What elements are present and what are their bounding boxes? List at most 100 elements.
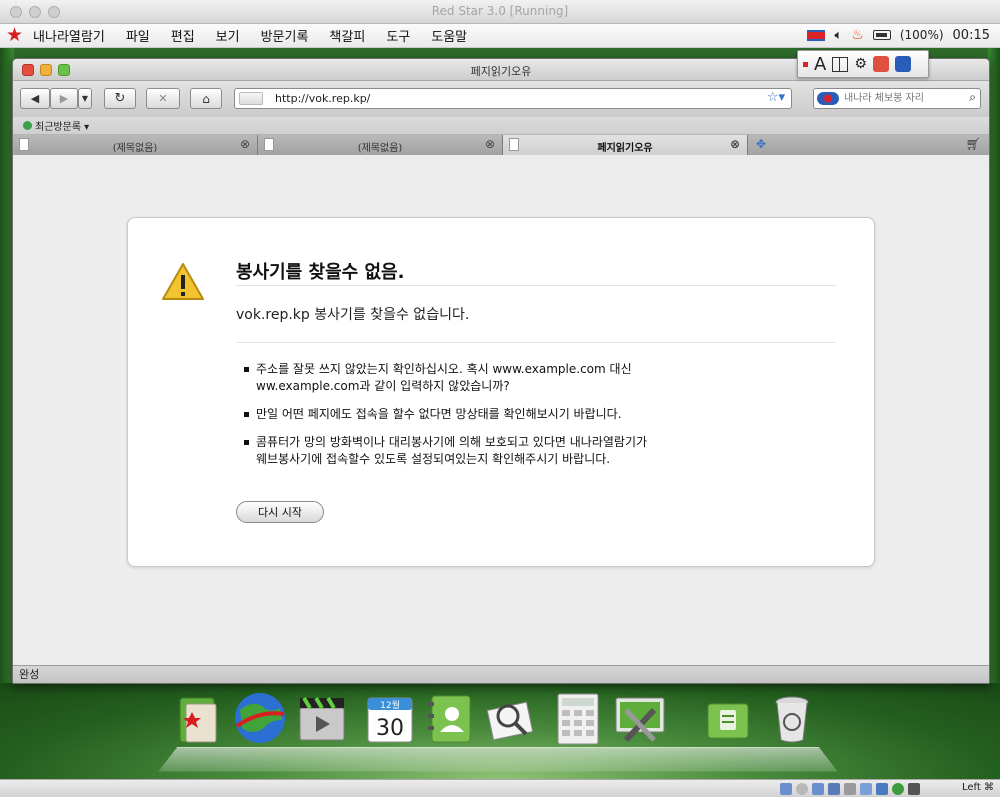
shared-folder-icon[interactable] [876,783,888,795]
trash-folder-icon[interactable] [700,690,756,746]
suggestion-text: 만일 어떤 페지에도 접속을 할수 없다면 망상태를 확인해보시기 바랍니다. [256,407,622,421]
battery-icon[interactable] [872,30,891,40]
image-viewer-icon[interactable] [482,690,538,746]
home-button[interactable]: ⌂ [190,88,222,109]
description-divider [236,342,836,343]
flame-icon[interactable]: ♨ [851,27,864,43]
stop-button[interactable]: ✕ [146,88,180,109]
volume-icon[interactable]: 🔈︎ [834,28,842,43]
close-tab-icon[interactable]: ⊗ [240,137,250,151]
trash-can-icon[interactable] [764,690,820,746]
menu-view[interactable]: 보기 [216,26,240,45]
recent-bookmarks-menu[interactable]: 최근방문록 ▾ [35,118,89,133]
title-divider [236,285,836,286]
ime-indicator-icon [803,61,808,67]
flag-icon[interactable] [807,29,826,41]
host-key-label: Left ⌘ [962,782,994,793]
network-icon[interactable] [828,783,840,795]
browser-window: 페지읽기오유 ◀ ▶ ▼ ↻ ✕ ⌂ http://vok.rep.kp/ ☆▾… [12,58,990,684]
clock[interactable]: 00:15 [953,28,990,43]
tab-label: (제목없음) [357,143,403,154]
host-window-titlebar: Red Star 3.0 [Running] [0,0,1000,24]
red-star-icon[interactable]: ★ [6,26,23,45]
close-tab-icon[interactable]: ⊗ [730,137,740,151]
tab-error-page[interactable]: 페지읽기오유 ⊗ [503,135,748,155]
menu-bookmarks[interactable]: 책갈피 [329,26,365,45]
stop-icon: ✕ [158,92,168,105]
address-bar[interactable]: http://vok.rep.kp/ ☆▾ [234,88,792,109]
ime-hand-icon[interactable] [872,56,889,72]
pen-icon[interactable] [812,783,824,795]
new-tab-area: ✥ 🛒︎ [748,135,989,155]
display-icon[interactable] [860,783,872,795]
ime-layout-icon[interactable] [832,56,849,72]
calendar-icon[interactable]: 12월 30 [362,690,418,746]
host-statusbar: Left ⌘ [0,779,1000,797]
tab-list-icon[interactable]: 🛒︎ [966,137,981,151]
menu-history[interactable]: 방문기록 [261,26,309,45]
dock: 12월 30 [170,690,830,754]
search-icon[interactable]: ⌕ [969,90,976,105]
calendar-month: 12월 [380,699,400,711]
menu-tools[interactable]: 도구 [386,26,410,45]
cd-icon[interactable] [796,783,808,795]
menu-help[interactable]: 도움말 [431,26,467,45]
search-bar[interactable]: ⌕ [813,88,981,109]
suggestion-text: 주소를 잘못 쓰지 않았는지 확인하십시오. 혹시 www.example.co… [256,362,632,376]
recent-bookmarks-icon [23,121,32,130]
calculator-icon[interactable] [550,690,606,746]
address-url[interactable]: http://vok.rep.kp/ [275,92,370,105]
page-icon [264,138,274,151]
page-icon [509,138,519,151]
new-tab-icon[interactable]: ✥ [756,137,766,151]
menu-app[interactable]: 내나라열람기 [33,26,105,45]
try-again-button[interactable]: 다시 시작 [236,501,324,523]
ime-settings-icon[interactable]: ⚙ [854,56,867,72]
back-arrow-icon: ◀ [30,92,40,105]
search-engine-icon[interactable] [817,92,839,105]
tab-strip: (제목없음) ⊗ (제목없음) ⊗ 페지읽기오유 ⊗ ✥ 🛒︎ [13,135,989,155]
forward-arrow-icon: ▶ [59,92,69,105]
suggestion-text: ww.example.com과 같이 입력하지 않았습니까? [256,379,510,393]
arrow-icon[interactable] [908,783,920,795]
site-identity-icon[interactable] [239,92,263,105]
browser-statusbar: 완성 [13,665,989,683]
system-tray: 🔈︎ ♨ (100%) 00:15 [807,27,990,43]
chevron-down-icon: ▼ [81,94,89,103]
search-input[interactable] [844,91,962,106]
suggestion-list: 주소를 잘못 쓰지 않았는지 확인하십시오. 혹시 www.example.co… [242,361,842,479]
hdd-icon[interactable] [780,783,792,795]
tab-untitled-1[interactable]: (제목없음) ⊗ [13,135,258,155]
calendar-day: 30 [376,716,404,741]
warning-icon [162,263,204,300]
tab-untitled-2[interactable]: (제목없음) ⊗ [258,135,503,155]
menu-edit[interactable]: 편집 [171,26,195,45]
capture-icon[interactable] [892,783,904,795]
menu-file[interactable]: 파일 [126,26,150,45]
list-item: 콤퓨터가 망의 방화벽이나 대리봉사기에 의해 보호되고 있다면 내나라열람기가… [242,434,842,468]
history-dropdown-button[interactable]: ▼ [78,88,92,109]
back-button[interactable]: ◀ [20,88,50,109]
reload-icon: ↻ [114,91,126,106]
error-description: vok.rep.kp 봉사기를 찾을수 없습니다. [236,307,470,323]
globe-icon[interactable] [232,690,288,746]
os-menubar: ★ 내나라열람기 파일 편집 보기 방문기록 책갈피 도구 도움말 🔈︎ ♨ (… [0,24,1000,48]
ime-help-icon[interactable] [894,56,911,72]
suggestion-text: 웨브봉사기에 접속할수 있도록 설정되여있는지 확인해주시기 바랍니다. [256,452,611,466]
browser-toolbar: ◀ ▶ ▼ ↻ ✕ ⌂ http://vok.rep.kp/ ☆▾ ⌕ [13,81,989,117]
close-tab-icon[interactable]: ⊗ [485,137,495,151]
folder-icon[interactable] [172,690,228,746]
forward-button[interactable]: ▶ [50,88,78,109]
usb-icon[interactable] [844,783,856,795]
page-content: 봉사기를 찾을수 없음. vok.rep.kp 봉사기를 찾을수 없습니다. 주… [13,175,989,665]
input-method-palette: A ⚙ [797,50,929,78]
reload-button[interactable]: ↻ [104,88,136,109]
ime-mode-letter[interactable]: A [814,54,826,75]
bookmark-star-icon[interactable]: ☆▾ [767,90,785,105]
contacts-icon[interactable] [422,690,478,746]
host-device-icons [780,783,920,795]
suggestion-text: 콤퓨터가 망의 방화벽이나 대리봉사기에 의해 보호되고 있다면 내나라열람기가 [256,435,648,449]
list-item: 주소를 잘못 쓰지 않았는지 확인하십시오. 혹시 www.example.co… [242,361,842,395]
settings-icon[interactable] [612,690,668,746]
video-icon[interactable] [294,690,350,746]
